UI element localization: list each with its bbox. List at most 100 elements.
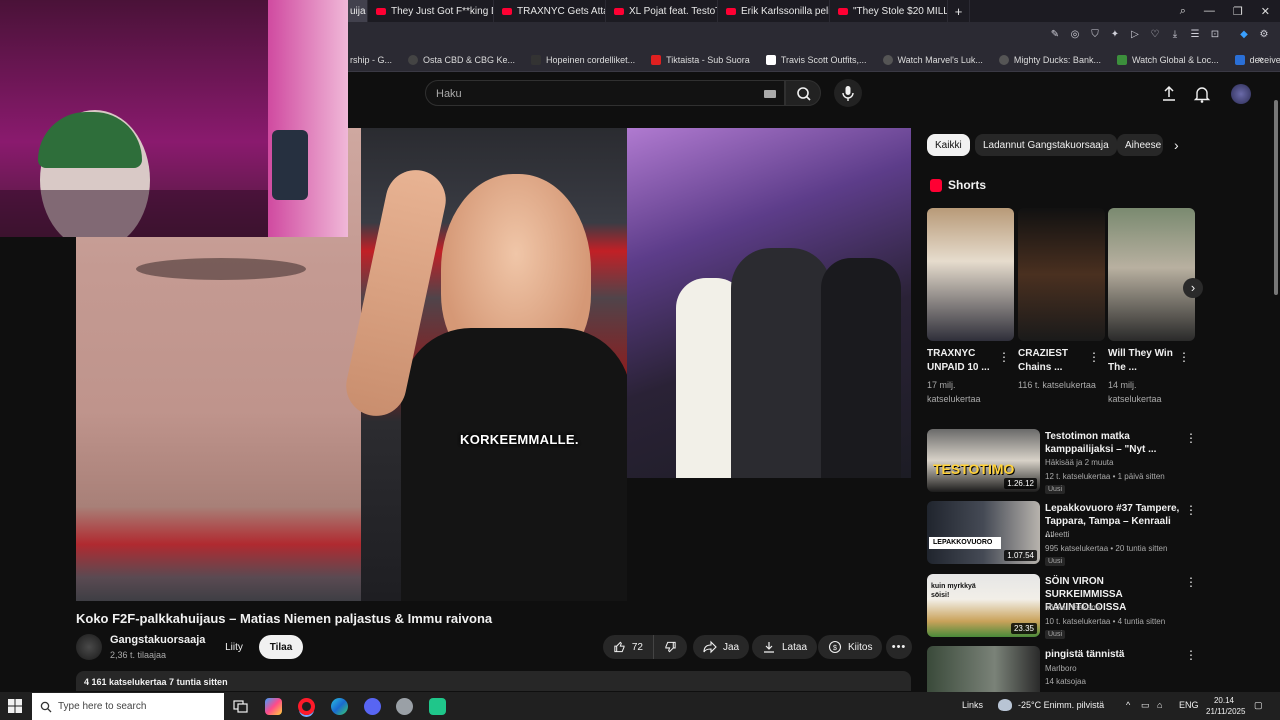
bookmark-item[interactable]: Watch Global & Loc... [1116,54,1219,65]
maximize-icon[interactable]: ❐ [1233,5,1243,18]
recommended-meta: 10 t. katselukertaa • 4 tuntia sitten [1045,617,1166,626]
download-button[interactable]: Lataa [752,635,818,659]
share-label: Jaa [723,641,740,653]
shield-icon[interactable]: ⛉ [1089,29,1101,41]
app-icon[interactable] [429,698,446,715]
menu-icon[interactable]: ☰ [1189,29,1201,41]
recommended-title[interactable]: Testotimon matka kamppailijaksi – "Nyt .… [1045,430,1180,456]
weather-text[interactable]: -25°C Enimm. pilvistä [1018,700,1104,710]
settings-icon[interactable]: ⚙ [1258,29,1270,41]
heart-icon[interactable]: ♡ [1149,29,1161,41]
network-icon[interactable]: ⌂ [1157,700,1162,710]
account-avatar[interactable] [1231,84,1251,104]
recommended-channel[interactable]: Marlboro [1045,664,1077,673]
minimize-icon[interactable]: — [1204,5,1215,17]
scrollbar-thumb[interactable] [1274,100,1278,295]
windows-start-icon[interactable] [8,699,22,713]
input-language[interactable]: ENG [1179,700,1199,710]
search-tabs-icon[interactable]: ⌕ [1180,5,1186,18]
recommended-thumbnail[interactable]: TESTOTIMO 1.26.12 [927,429,1040,492]
more-vert-icon[interactable]: ⋮ [998,350,1010,364]
search-button[interactable] [785,80,821,106]
upload-icon[interactable] [1159,84,1179,104]
bookmarks-overflow-icon[interactable]: » [1258,54,1264,65]
channel-avatar[interactable] [76,634,102,660]
dislike-button[interactable] [653,635,687,659]
short-thumbnail[interactable] [927,208,1014,341]
sidebar-extension-icon[interactable]: ◆ [1238,29,1250,41]
bookmark-item[interactable]: Watch Marvel's Luk... [882,54,983,65]
recommended-title[interactable]: pingistä tännistä [1045,648,1180,661]
links-toolbar[interactable]: Links [962,700,983,710]
app-icon[interactable] [265,698,282,715]
short-thumbnail[interactable] [1018,208,1105,341]
close-icon[interactable]: ✕ [1261,5,1270,18]
tab-item[interactable]: Erik Karlssonilla peli main [718,0,830,22]
bookmark-item[interactable]: rship - G... [350,55,392,65]
subscribe-button[interactable]: Tilaa [259,635,303,659]
app-icon[interactable] [396,698,413,715]
lock-icon[interactable]: ⊡ [1209,29,1221,41]
tab-item[interactable]: TRAXNYC Gets Attacked I [494,0,606,22]
clock[interactable]: 20.14 21/11/2025 [1206,695,1245,717]
recommended-thumbnail[interactable] [927,646,1040,692]
chip-from-channel[interactable]: Ladannut Gangstakuorsaaja [975,134,1117,156]
voice-search-button[interactable] [834,79,862,107]
share-button[interactable]: Jaa [693,635,750,659]
chevron-right-icon[interactable]: › [1174,137,1179,153]
new-tab-button[interactable]: + [948,0,970,22]
recommended-thumbnail[interactable]: LEPAKKOVUORO 1.07.54 [927,501,1040,564]
short-thumbnail[interactable] [1108,208,1195,341]
bookmark-item[interactable]: Mighty Ducks: Bank... [998,54,1101,65]
short-title[interactable]: TRAXNYC UNPAID 10 ... [927,347,997,375]
chip-related[interactable]: Aiheese [1117,134,1163,156]
more-vert-icon[interactable]: ⋮ [1185,431,1197,445]
more-vert-icon[interactable]: ⋮ [1185,503,1197,517]
search-icon [40,701,52,712]
search-box [425,80,785,106]
more-actions-button[interactable]: ••• [886,635,912,659]
new-badge: Uusi [1045,557,1066,566]
more-vert-icon[interactable]: ⋮ [1088,350,1100,364]
battery-icon[interactable]: ▭ [1141,700,1150,711]
more-vert-icon[interactable]: ⋮ [1185,648,1197,662]
notifications-icon[interactable]: ▢ [1254,700,1263,711]
recommended-thumbnail[interactable]: kuin myrkkyä söisi! 23.35 [927,574,1040,637]
bookmark-item[interactable]: Hopeinen cordelliket... [531,54,635,65]
shorts-next-button[interactable]: › [1183,278,1203,298]
short-title[interactable]: Will They Win The ... [1108,347,1178,375]
keyboard-icon[interactable] [764,90,776,98]
notifications-bell-icon[interactable] [1192,84,1212,104]
tab-item[interactable]: They Just Got F**king Dest [368,0,494,22]
edit-icon[interactable]: ✎ [1049,29,1061,41]
join-button[interactable]: Liity [214,635,254,659]
discord-icon[interactable] [364,698,381,715]
opera-browser-icon[interactable] [298,698,315,715]
bookmark-item[interactable]: Tiktaista - Sub Suora [651,54,750,65]
description-box[interactable]: 4 161 katselukertaa 7 tuntia sitten [76,671,911,691]
recommended-channel[interactable]: Miska Haakana [1045,603,1100,612]
bookmark-item[interactable]: Travis Scott Outfits,... [765,54,867,65]
download-icon[interactable]: ⤓ [1169,29,1181,41]
tab-item[interactable]: XL Pojat feat. TestoTimo - [606,0,718,22]
task-view-icon[interactable] [232,698,249,715]
chip-all[interactable]: Kaikki [927,134,970,156]
camera-icon[interactable]: ◎ [1069,29,1081,41]
tab-current[interactable]: uija [348,0,368,22]
taskbar-search-box[interactable]: Type here to search [32,693,224,720]
thanks-button[interactable]: $ Kiitos [818,635,883,659]
tray-overflow-icon[interactable]: ^ [1126,700,1130,710]
extension-icon[interactable]: ✦ [1109,29,1121,41]
recommended-channel[interactable]: Atleetti [1045,530,1069,539]
tab-item[interactable]: "They Stole $20 MILLION! [830,0,948,22]
more-vert-icon[interactable]: ⋮ [1185,575,1197,589]
search-input[interactable] [436,86,736,102]
more-vert-icon[interactable]: ⋮ [1178,350,1190,364]
short-title[interactable]: CRAZIEST Chains ... [1018,347,1088,375]
recommended-channel[interactable]: Häkisää ja 2 muuta [1045,458,1113,467]
channel-name[interactable]: Gangstakuorsaaja [110,634,205,646]
like-button[interactable]: 72 [603,635,653,659]
play-icon[interactable]: ▷ [1129,29,1141,41]
edge-browser-icon[interactable] [331,698,348,715]
bookmark-item[interactable]: Osta CBD & CBG Ke... [408,54,515,65]
